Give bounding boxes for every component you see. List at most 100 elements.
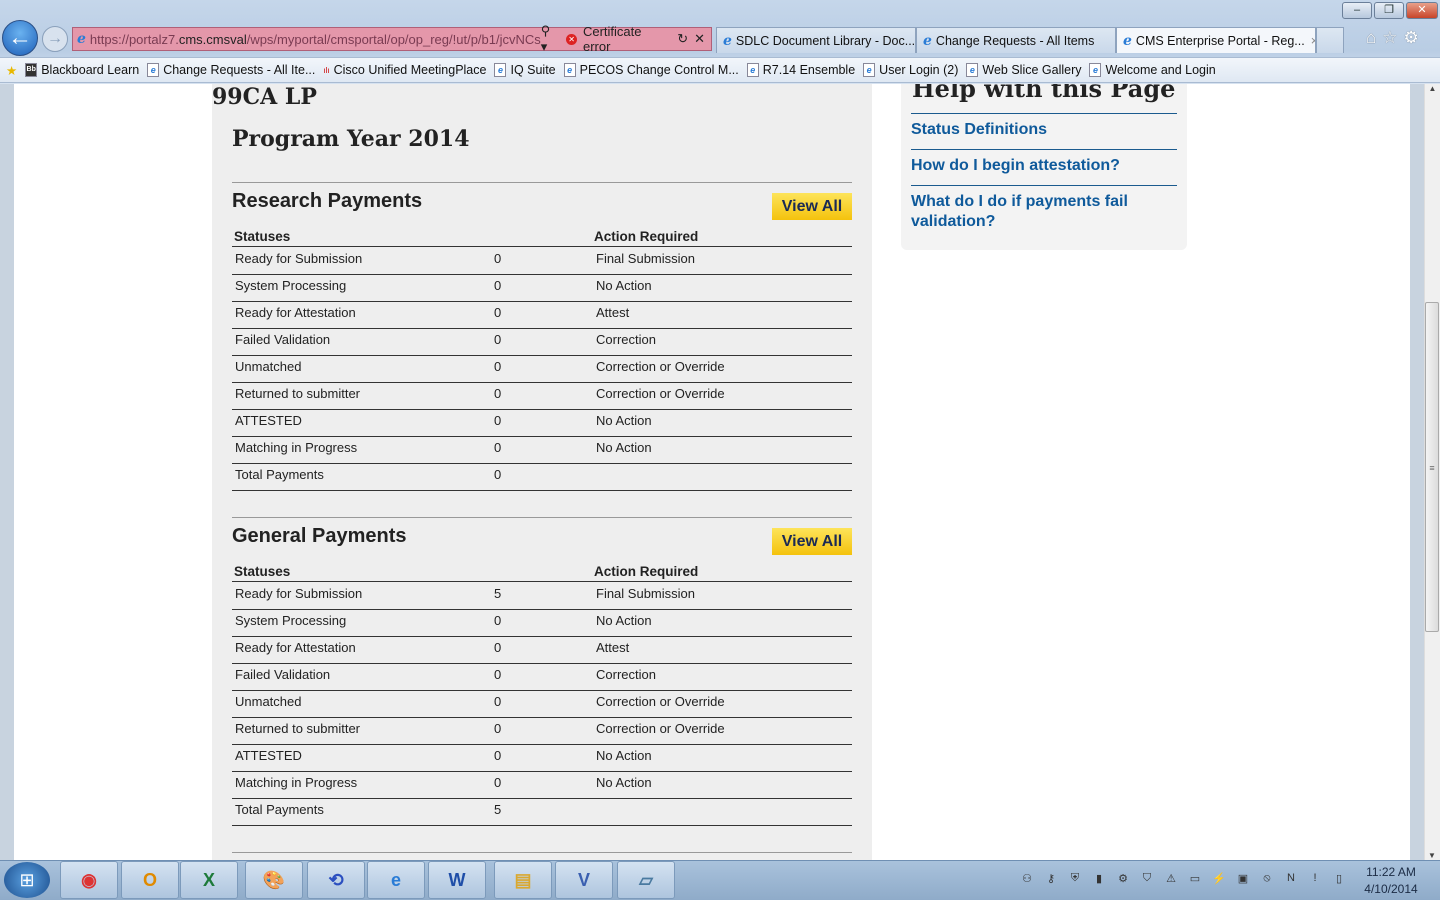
gear-icon[interactable]: ⚙ bbox=[1404, 28, 1425, 47]
key-icon[interactable]: ⚷ bbox=[1044, 872, 1058, 888]
status-cell: ATTESTED bbox=[235, 413, 302, 428]
visio-taskbar-icon[interactable]: V bbox=[555, 861, 613, 899]
tab-change-requests[interactable]: e Change Requests - All Items bbox=[916, 27, 1116, 53]
network-icon[interactable]: ⚇ bbox=[1020, 872, 1034, 888]
home-icon[interactable]: ⌂ bbox=[1366, 28, 1382, 47]
count-cell: 0 bbox=[494, 359, 502, 374]
favorites-star-icon[interactable]: ☆ bbox=[1382, 28, 1403, 47]
defender-icon[interactable]: ⛉ bbox=[1140, 872, 1154, 888]
internet-explorer-taskbar-icon[interactable]: e bbox=[367, 861, 425, 899]
page-icon: e bbox=[494, 63, 507, 77]
restore-button[interactable]: ❐ bbox=[1374, 2, 1404, 19]
close-window-button[interactable]: ✕ bbox=[1406, 2, 1438, 19]
bookmark[interactable]: e IQ Suite bbox=[494, 63, 556, 77]
word-taskbar-icon[interactable]: W bbox=[428, 861, 486, 899]
status-cell: Matching in Progress bbox=[235, 775, 358, 790]
power-icon[interactable]: ⚡ bbox=[1212, 872, 1226, 888]
action-cell: Attest bbox=[596, 640, 630, 655]
certificate-error-icon: ✕ bbox=[566, 33, 577, 45]
ie-icon: e bbox=[923, 32, 932, 49]
page-icon: e bbox=[563, 63, 576, 77]
action-cell: Correction or Override bbox=[596, 359, 725, 374]
status-cell: System Processing bbox=[235, 278, 347, 293]
status-definitions-link[interactable]: Status Definitions bbox=[911, 113, 1177, 140]
forward-button[interactable]: → bbox=[42, 26, 68, 52]
scroll-down-arrow[interactable]: ▼ bbox=[1425, 851, 1439, 860]
table-row: ATTESTED 0 No Action bbox=[232, 745, 852, 772]
begin-attestation-link[interactable]: How do I begin attestation? bbox=[911, 149, 1177, 176]
refresh-icon[interactable]: ↻ bbox=[677, 31, 688, 47]
signal-icon[interactable]: ▮ bbox=[1092, 872, 1106, 888]
notepad-taskbar-icon[interactable]: ▱ bbox=[617, 861, 675, 899]
scrollbar-thumb[interactable]: ≡ bbox=[1425, 302, 1439, 632]
count-cell: 0 bbox=[494, 667, 502, 682]
organization-name: 99CA LP bbox=[212, 84, 317, 110]
tab-sdlc[interactable]: e SDLC Document Library - Doc... bbox=[716, 27, 916, 53]
section-title: Research Payments bbox=[232, 190, 423, 212]
table-row: Failed Validation 0 Correction bbox=[232, 329, 852, 356]
page-icon: e bbox=[966, 63, 979, 77]
bookmark[interactable]: e Web Slice Gallery bbox=[966, 63, 1081, 77]
table-row: System Processing 0 No Action bbox=[232, 610, 852, 637]
bookmark[interactable]: ılı Cisco Unified MeetingPlace bbox=[323, 63, 486, 77]
page-icon: e bbox=[746, 63, 759, 77]
help-title: Help with this Page bbox=[912, 84, 1176, 103]
status-cell: Unmatched bbox=[235, 359, 302, 374]
count-cell: 0 bbox=[494, 640, 502, 655]
bookmark[interactable]: Bb Blackboard Learn bbox=[25, 63, 139, 77]
new-tab-button[interactable] bbox=[1316, 27, 1344, 53]
bookmark[interactable]: e User Login (2) bbox=[863, 63, 958, 77]
shield-icon[interactable]: ⛨ bbox=[1068, 872, 1082, 888]
bookmark[interactable]: e Welcome and Login bbox=[1089, 63, 1216, 77]
scroll-up-arrow[interactable]: ▲ bbox=[1425, 84, 1440, 93]
back-button[interactable]: ← bbox=[2, 20, 38, 56]
certificate-error[interactable]: Certificate error bbox=[583, 24, 671, 54]
security-icon[interactable]: ⚙ bbox=[1116, 872, 1130, 888]
divider bbox=[232, 182, 852, 183]
count-cell: 0 bbox=[494, 775, 502, 790]
bookmark[interactable]: e Change Requests - All Ite... bbox=[147, 63, 315, 77]
count-cell: 0 bbox=[494, 251, 502, 266]
action-cell: No Action bbox=[596, 413, 652, 428]
table-row: Ready for Submission 0 Final Submission bbox=[232, 248, 852, 275]
update-icon[interactable]: ⚠ bbox=[1164, 872, 1178, 888]
bookmark[interactable]: e PECOS Change Control M... bbox=[563, 63, 739, 77]
usb-icon[interactable]: ▯ bbox=[1332, 872, 1346, 888]
ie-icon: e bbox=[1123, 32, 1132, 49]
stop-icon[interactable]: ✕ bbox=[694, 31, 705, 47]
bookmark[interactable]: e R7.14 Ensemble bbox=[746, 63, 855, 77]
monitor-icon[interactable]: ▭ bbox=[1188, 872, 1202, 888]
view-all-button[interactable]: View All bbox=[772, 528, 852, 555]
table-row: Failed Validation 0 Correction bbox=[232, 664, 852, 691]
address-bar[interactable]: e https://portalz7. cms.cmsval/wps/myport… bbox=[72, 23, 712, 54]
status-cell: Returned to submitter bbox=[235, 721, 361, 736]
search-icon[interactable]: ⚲ ▾ bbox=[541, 23, 560, 55]
payments-fail-validation-link[interactable]: What do I do if payments fail validation… bbox=[911, 185, 1177, 232]
app-blue-taskbar-icon[interactable]: ⟲ bbox=[307, 861, 365, 899]
count-cell: 0 bbox=[494, 386, 502, 401]
file-explorer-taskbar-icon[interactable]: ▤ bbox=[494, 861, 552, 899]
clock[interactable]: 11:22 AM 4/10/2014 bbox=[1352, 864, 1430, 898]
add-favorites-star-icon[interactable]: ★ bbox=[6, 63, 17, 78]
outlook-taskbar-icon[interactable]: O bbox=[121, 861, 179, 899]
alert-icon[interactable]: ! bbox=[1308, 872, 1322, 888]
chrome-taskbar-icon[interactable]: ◉ bbox=[60, 861, 118, 899]
tab-cms-portal[interactable]: eCMS Enterprise Portal - Reg...× bbox=[1116, 27, 1316, 53]
flash-icon[interactable]: ⦸ bbox=[1260, 872, 1274, 888]
table-row: Returned to submitter 0 Correction or Ov… bbox=[232, 383, 852, 410]
status-cell: Returned to submitter bbox=[235, 386, 361, 401]
minimize-button[interactable]: – bbox=[1342, 2, 1372, 19]
page-icon: e bbox=[1089, 63, 1102, 77]
view-all-button[interactable]: View All bbox=[772, 193, 852, 220]
table-header: Statuses Action Required bbox=[232, 562, 852, 582]
vpn-icon[interactable]: ▣ bbox=[1236, 872, 1250, 888]
excel-taskbar-icon[interactable]: X bbox=[180, 861, 238, 899]
start-button[interactable]: ⊞ bbox=[4, 862, 50, 898]
paint-taskbar-icon[interactable]: 🎨 bbox=[245, 861, 303, 899]
status-cell: Ready for Submission bbox=[235, 251, 363, 266]
status-cell: Total Payments bbox=[235, 802, 324, 817]
action-cell: Final Submission bbox=[596, 586, 695, 601]
table-row: Total Payments 0 bbox=[232, 464, 852, 491]
onenote-icon[interactable]: N bbox=[1284, 872, 1298, 888]
favorites-bar: ★ Bb Blackboard Learn e Change Requests - … bbox=[0, 57, 1440, 83]
